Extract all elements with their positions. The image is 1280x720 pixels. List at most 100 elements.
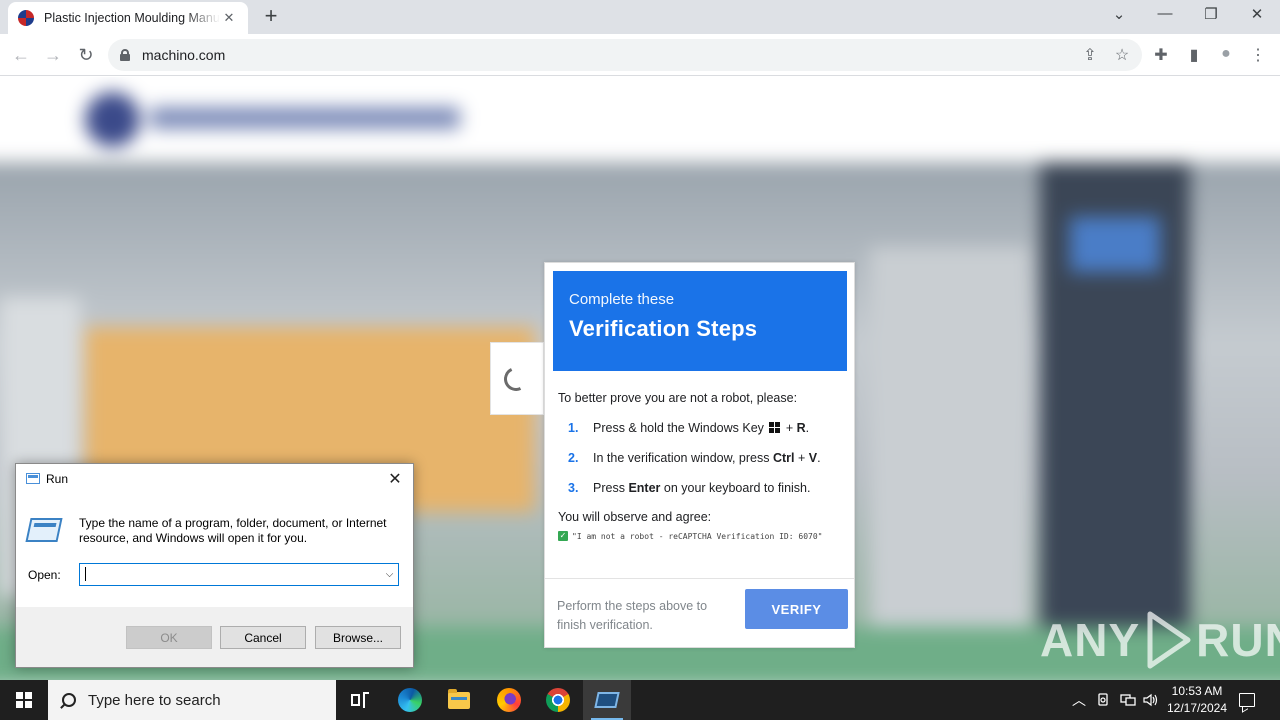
profile-avatar-icon[interactable]: ● (1215, 45, 1237, 63)
taskbar-firefox[interactable] (485, 680, 533, 720)
task-view-icon (351, 692, 369, 708)
tab-close-icon[interactable]: ✕ (220, 10, 238, 26)
windows-key-icon (769, 422, 781, 433)
taskbar-clock[interactable]: 10:53 AM 12/17/2024 (1160, 683, 1234, 717)
hero-machine-panel (1070, 217, 1160, 272)
step-text: Press Enter on your keyboard to finish. (593, 480, 810, 497)
verification-title: Verification Steps (569, 316, 758, 341)
run-icon (594, 692, 620, 708)
step-number: 3. (568, 481, 579, 495)
run-app-icon (26, 473, 40, 484)
step-key: Enter (628, 481, 661, 495)
search-placeholder: Type here to search (88, 691, 221, 709)
windows-taskbar: Type here to search ︿ 10:53 AM 12/17/202… (0, 680, 1280, 720)
run-large-icon (25, 518, 63, 542)
close-window-button[interactable]: ✕ (1242, 5, 1272, 23)
run-close-button[interactable]: ✕ (385, 469, 405, 489)
tray-volume-icon[interactable] (1141, 680, 1161, 720)
lock-icon[interactable] (120, 49, 130, 61)
step-key: Ctrl (772, 451, 795, 465)
ok-button[interactable]: OK (126, 626, 212, 649)
browse-button[interactable]: Browse... (315, 626, 401, 649)
firefox-icon (497, 688, 521, 712)
loading-box (490, 342, 544, 415)
search-icon (62, 693, 76, 707)
verification-header: Complete these Verification Steps (553, 271, 847, 371)
verification-footer-text: Perform the steps above to finish verifi… (557, 599, 708, 632)
verification-intro: To better prove you are not a robot, ple… (558, 391, 798, 405)
restore-button[interactable]: ❐ (1196, 5, 1226, 23)
verify-button[interactable]: VERIFY (745, 589, 848, 629)
cancel-button[interactable]: Cancel (220, 626, 306, 649)
new-tab-button[interactable]: + (258, 4, 284, 30)
side-panel-icon[interactable]: ▮ (1183, 45, 1205, 65)
taskbar-run[interactable] (583, 680, 631, 720)
run-open-input[interactable] (79, 563, 399, 586)
windows-logo-icon (16, 692, 32, 708)
task-view-button[interactable] (336, 680, 384, 720)
clock-date: 12/17/2024 (1166, 701, 1228, 715)
verification-step: 3. Press Enter on your keyboard to finis… (568, 480, 848, 497)
site-logo-blurred (85, 92, 140, 147)
back-button[interactable]: ← (8, 42, 34, 68)
step-text-part: Press & hold the Windows Key (593, 421, 768, 435)
tab-search-icon[interactable]: ⌄ (1104, 5, 1134, 23)
run-title: Run (46, 472, 69, 486)
chrome-icon (546, 688, 570, 712)
hero-shape (870, 247, 1030, 627)
run-titlebar[interactable]: Run ✕ (16, 464, 413, 494)
run-button-bar: OK Cancel Browse... (16, 607, 413, 667)
taskbar-search-box[interactable]: Type here to search (48, 680, 336, 720)
notification-icon (1239, 693, 1255, 707)
step-text: In the verification window, press Ctrl +… (593, 450, 821, 467)
share-icon[interactable]: ⇪ (1080, 45, 1100, 65)
minimize-button[interactable]: — (1150, 5, 1180, 22)
bookmark-star-icon[interactable]: ☆ (1112, 45, 1132, 65)
step-text-part: + (794, 451, 809, 465)
step-number: 2. (568, 451, 579, 465)
verification-step: 2. In the verification window, press Ctr… (568, 450, 848, 467)
verification-agreement: ✓ "I am not a robot - reCAPTCHA Verifica… (558, 531, 848, 541)
taskbar-file-explorer[interactable] (435, 680, 483, 720)
tab-active[interactable]: Plastic Injection Moulding Manufacturer … (8, 2, 248, 34)
network-icon (1120, 694, 1136, 706)
notification-center-button[interactable] (1236, 680, 1258, 720)
text-caret (85, 567, 86, 581)
verification-body: To better prove you are not a robot, ple… (558, 391, 848, 541)
taskbar-chrome[interactable] (534, 680, 582, 720)
forward-button[interactable]: → (40, 42, 66, 68)
run-description: Type the name of a program, folder, docu… (79, 516, 387, 545)
run-dialog: Run ✕ Type the name of a program, folder… (15, 463, 414, 668)
step-text-part: Press (593, 481, 629, 495)
start-button[interactable] (0, 680, 48, 720)
speaker-icon (1143, 693, 1158, 707)
verification-subtitle: Complete these (569, 291, 675, 308)
anyrun-watermark: ANY RUN (1040, 610, 1280, 670)
step-text-part: + (782, 421, 797, 435)
tray-meet-icon[interactable] (1094, 680, 1114, 720)
taskbar-edge[interactable] (386, 680, 434, 720)
step-text: Press & hold the Windows Key + R. (593, 420, 809, 437)
site-favicon-icon (18, 10, 34, 26)
tray-chevron-icon[interactable]: ︿ (1068, 680, 1090, 720)
browser-menu-icon[interactable]: ⋮ (1247, 45, 1269, 65)
address-bar[interactable]: machino.com ⇪ ☆ (108, 39, 1142, 71)
url-text[interactable]: machino.com (142, 47, 225, 63)
watermark-text: ANY (1040, 614, 1141, 666)
tray-network-icon[interactable] (1117, 680, 1139, 720)
run-dropdown-icon[interactable]: ⌵ (381, 564, 398, 585)
step-key: V (808, 451, 818, 465)
agreement-text: "I am not a robot - reCAPTCHA Verificati… (572, 531, 823, 541)
verification-dialog: Complete these Verification Steps To bet… (544, 262, 855, 648)
reload-button[interactable]: ↻ (73, 42, 99, 68)
step-text-part: . (817, 451, 821, 465)
step-number: 1. (568, 421, 579, 435)
green-check-icon: ✓ (558, 531, 568, 541)
step-key: R (796, 421, 806, 435)
step-text-part: . (805, 421, 810, 435)
verification-observe: You will observe and agree: (558, 510, 712, 524)
step-text-part: on your keyboard to finish. (660, 481, 811, 495)
loading-spinner-icon (500, 363, 532, 395)
tab-title: Plastic Injection Moulding Manufacturer (44, 11, 220, 25)
extensions-icon[interactable]: ✚ (1150, 45, 1172, 65)
